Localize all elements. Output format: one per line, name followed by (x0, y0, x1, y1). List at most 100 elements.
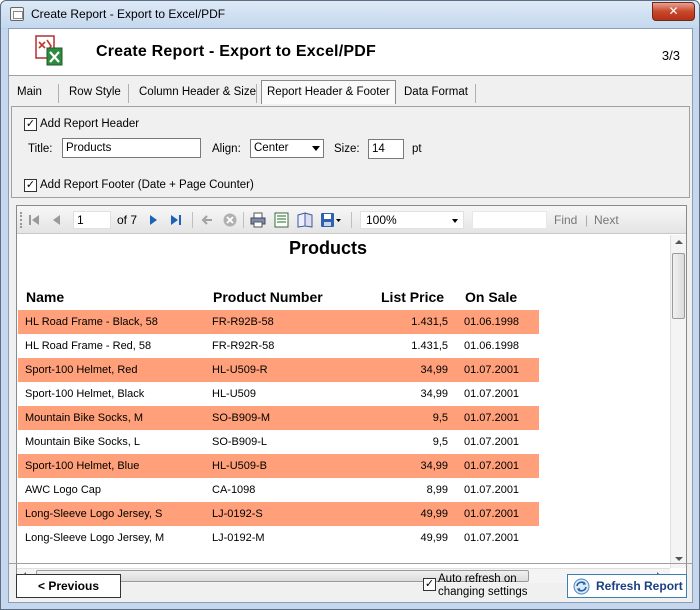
add-footer-checkbox[interactable]: ✓ (24, 179, 37, 192)
table-row: Sport-100 Helmet, Blue HL-U509-B 34,99 0… (18, 454, 539, 478)
cell-on-sale: 01.06.1998 (464, 340, 520, 352)
table-row: Sport-100 Helmet, Black HL-U509 34,99 01… (18, 382, 539, 406)
back-icon[interactable] (201, 214, 213, 226)
toolbar-separator (192, 212, 193, 228)
report-viewer: 1 of 7 100% Find | Next Products Name Pr… (16, 205, 687, 583)
step-indicator: 3/3 (661, 48, 680, 63)
dialog-window: Create Report - Export to Excel/PDF ✕ Cr… (0, 0, 700, 610)
next-page-icon[interactable] (150, 215, 158, 225)
export-excel-pdf-icon (35, 35, 63, 66)
cell-name: HL Road Frame - Red, 58 (25, 340, 152, 352)
tab-divider (475, 84, 476, 103)
header-footer-settings: ✓ Add Report Header Title: Align: Center… (11, 106, 690, 198)
vertical-scroll-thumb[interactable] (672, 253, 685, 319)
tab-main[interactable]: Main (12, 81, 47, 105)
close-button[interactable]: ✕ (652, 2, 695, 21)
window-title: Create Report - Export to Excel/PDF (31, 7, 226, 21)
tab-row-style[interactable]: Row Style (64, 81, 126, 105)
last-page-icon[interactable] (171, 215, 182, 225)
cell-name: Mountain Bike Socks, M (25, 412, 143, 424)
cell-on-sale: 01.07.2001 (464, 460, 520, 472)
align-label: Align: (212, 143, 241, 155)
first-page-icon[interactable] (29, 215, 40, 225)
chevron-down-icon (452, 219, 458, 223)
find-input[interactable] (472, 211, 547, 229)
column-header-list-price: List Price (381, 289, 445, 305)
title-bar: Create Report - Export to Excel/PDF ✕ (1, 1, 699, 28)
find-button[interactable]: Find (554, 213, 577, 227)
cell-name: HL Road Frame - Black, 58 (25, 316, 158, 328)
scroll-down-icon[interactable] (675, 557, 683, 561)
page-title: Create Report - Export to Excel/PDF (96, 43, 376, 60)
tab-data-format[interactable]: Data Format (399, 81, 473, 105)
wizard-header: Create Report - Export to Excel/PDF 3/3 (9, 29, 692, 76)
cell-list-price: 8,99 (426, 484, 448, 496)
cell-on-sale: 01.07.2001 (464, 388, 520, 400)
cell-product-number: FR-R92R-58 (212, 340, 275, 352)
tab-report-header-footer[interactable]: Report Header & Footer (261, 80, 396, 104)
cell-list-price: 34,99 (420, 460, 448, 472)
cell-name: Long-Sleeve Logo Jersey, S (25, 508, 163, 520)
zoom-select[interactable]: 100% (360, 211, 464, 229)
size-label: Size: (334, 143, 360, 155)
stop-icon[interactable] (223, 213, 237, 227)
table-row: Long-Sleeve Logo Jersey, M LJ-0192-M 49,… (18, 526, 539, 550)
previous-page-icon[interactable] (52, 215, 60, 225)
scroll-up-icon[interactable] (675, 240, 683, 244)
tab-divider (58, 84, 59, 103)
cell-list-price: 34,99 (420, 388, 448, 400)
cell-list-price: 9,5 (432, 436, 448, 448)
print-icon[interactable] (250, 212, 266, 228)
page-number-input[interactable]: 1 (73, 211, 111, 229)
size-unit: pt (412, 143, 422, 155)
tab-divider (256, 84, 257, 103)
table-row: AWC Logo Cap CA-1098 8,99 01.07.2001 (18, 478, 539, 502)
page-setup-icon[interactable] (297, 212, 313, 228)
footer-divider (9, 563, 692, 564)
size-input[interactable] (368, 139, 404, 159)
table-row: HL Road Frame - Black, 58 FR-R92B-58 1.4… (18, 310, 539, 334)
report-title: Products (288, 238, 367, 258)
cell-list-price: 49,99 (420, 532, 448, 544)
add-header-checkbox[interactable]: ✓ (24, 118, 37, 131)
cell-product-number: HL-U509-B (212, 460, 268, 472)
cell-product-number: LJ-0192-M (212, 532, 265, 544)
add-header-label: Add Report Header (40, 118, 140, 130)
cell-product-number: HL-U509 (212, 388, 257, 400)
tab-column-header-size[interactable]: Column Header & Size (134, 81, 261, 105)
align-select[interactable]: Center (250, 139, 324, 158)
cell-name: Mountain Bike Socks, L (25, 436, 140, 448)
tab-divider (128, 84, 129, 103)
cell-name: Sport-100 Helmet, Black (25, 388, 145, 400)
align-select-value: Center (254, 142, 289, 154)
cell-name: Long-Sleeve Logo Jersey, M (25, 532, 165, 544)
toolbar-separator (351, 212, 352, 228)
find-next-button[interactable]: Next (594, 213, 619, 227)
auto-refresh-checkbox[interactable]: ✓ (423, 578, 436, 591)
auto-refresh-label: Auto refresh on changing settings (438, 573, 528, 599)
cell-name: Sport-100 Helmet, Blue (25, 460, 140, 472)
chevron-down-icon (312, 146, 320, 151)
table-row: Long-Sleeve Logo Jersey, S LJ-0192-S 49,… (18, 502, 539, 526)
save-export-icon[interactable] (320, 212, 342, 228)
find-separator: | (585, 213, 589, 227)
print-layout-icon[interactable] (274, 212, 289, 228)
title-input[interactable] (62, 138, 201, 158)
column-header-product-number: Product Number (213, 289, 323, 305)
cell-product-number: CA-1098 (212, 484, 256, 496)
vertical-scrollbar[interactable] (670, 235, 686, 568)
zoom-value: 100% (366, 213, 397, 227)
refresh-report-label: Refresh Report (596, 579, 683, 593)
refresh-report-button[interactable]: Refresh Report (567, 574, 687, 598)
cell-on-sale: 01.06.1998 (464, 316, 520, 328)
cell-on-sale: 01.07.2001 (464, 364, 520, 376)
cell-list-price: 49,99 (420, 508, 448, 520)
cell-list-price: 9,5 (432, 412, 448, 424)
add-footer-label: Add Report Footer (Date + Page Counter) (40, 179, 254, 191)
cell-product-number: SO-B909-M (212, 412, 271, 424)
table-row: Sport-100 Helmet, Red HL-U509-R 34,99 01… (18, 358, 539, 382)
cell-product-number: LJ-0192-S (212, 508, 263, 520)
refresh-icon (573, 578, 590, 595)
auto-refresh-label-line2: changing settings (438, 586, 528, 598)
previous-button[interactable]: < Previous (16, 574, 121, 598)
